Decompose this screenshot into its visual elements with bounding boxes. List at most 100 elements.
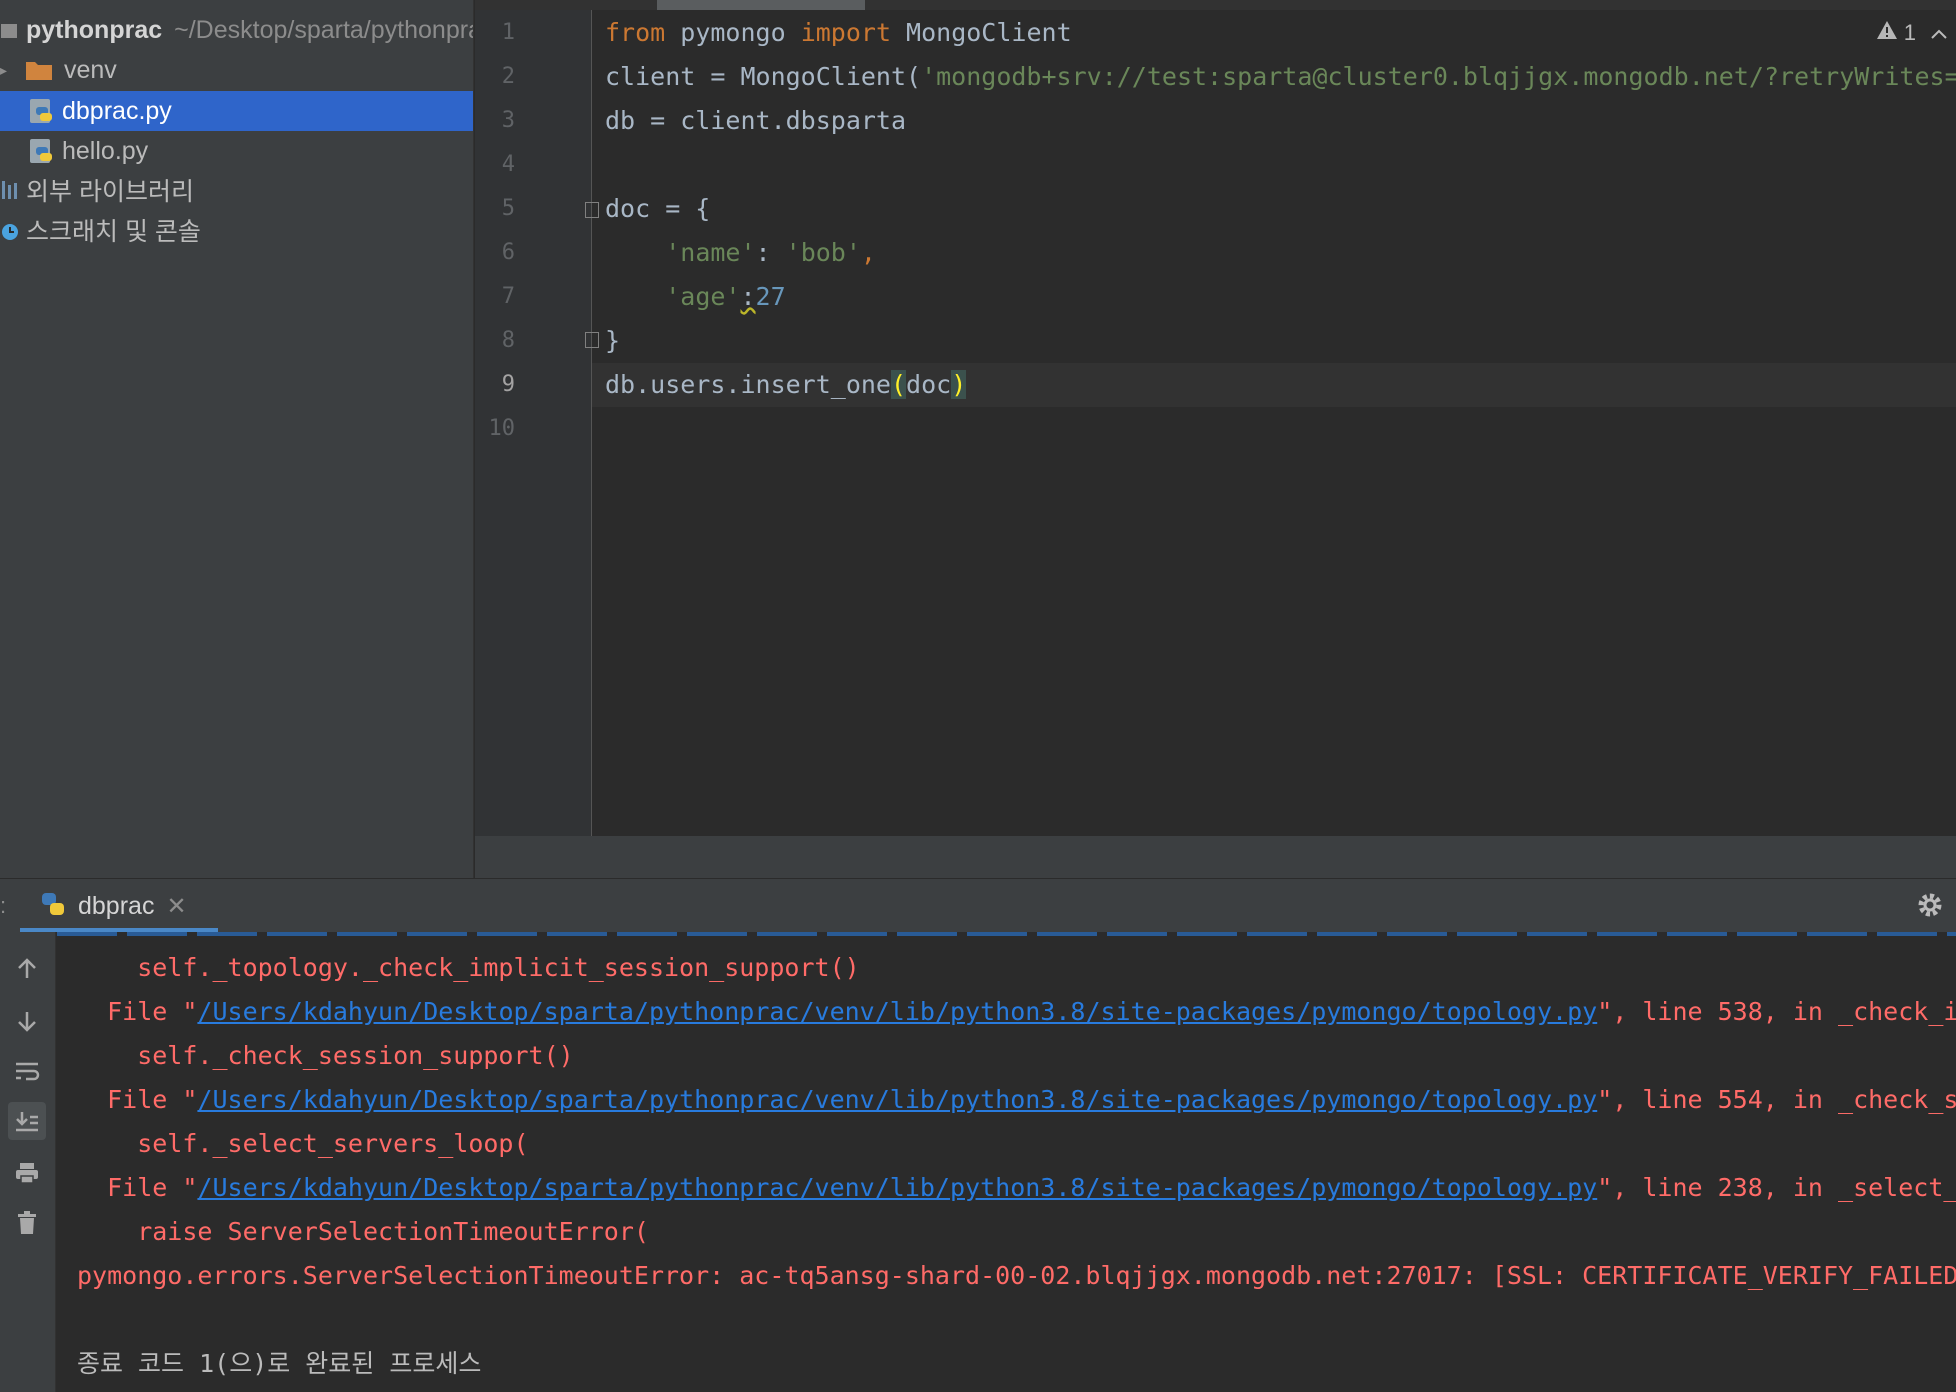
line-number-gutter[interactable]: 1 2 3 4 5 6 7 8 9 10 xyxy=(475,0,599,836)
module-name: pymongo xyxy=(665,18,801,47)
tree-item-label: 외부 라이브러리 xyxy=(26,178,194,206)
code-text: doc = { xyxy=(605,194,711,223)
inspection-widget[interactable]: 1 xyxy=(1876,20,1948,46)
line-number: 1 xyxy=(501,20,515,45)
project-sidebar: pythonprac ~/Desktop/sparta/pythonprac ▸… xyxy=(0,0,474,878)
console-line: File "/Users/kdahyun/Desktop/sparta/pyth… xyxy=(77,1078,1956,1122)
line-number: 10 xyxy=(488,416,516,441)
code-line-8[interactable]: } xyxy=(605,319,620,363)
connection-string: 'mongodb+srv://test:sparta@cluster0.blqj… xyxy=(921,62,1956,91)
gear-icon[interactable] xyxy=(1916,891,1944,924)
editor-bottom-bar xyxy=(475,836,1956,878)
console-line: self._select_servers_loop( xyxy=(77,1129,529,1158)
library-icon xyxy=(0,179,20,201)
process-exit-message: 종료 코드 1(으)로 완료된 프로세스 xyxy=(77,1349,482,1378)
code-line-7[interactable]: 'age':27 xyxy=(605,275,786,319)
line-number: 6 xyxy=(501,240,515,265)
tree-item-scratches[interactable]: 스크래치 및 콘솔 xyxy=(0,210,473,250)
code-line-6[interactable]: 'name': 'bob', xyxy=(605,231,876,275)
code-text: : xyxy=(755,238,786,267)
code-text: : xyxy=(740,282,756,311)
python-icon xyxy=(40,891,66,922)
console-line: File "/Users/kdahyun/Desktop/sparta/pyth… xyxy=(77,990,1956,1034)
dict-key: 'name' xyxy=(665,238,756,267)
folder-icon xyxy=(0,20,18,40)
console-text: File " xyxy=(77,997,198,1026)
console-text: ", line 554, in _check_session_support xyxy=(1597,1085,1956,1114)
code-text: client = MongoClient( xyxy=(605,62,922,91)
scratch-icon xyxy=(0,219,20,241)
tree-item-dbprac[interactable]: dbprac.py xyxy=(0,91,473,131)
console-text: File " xyxy=(77,1085,198,1114)
code-text: , xyxy=(860,238,876,267)
console-text: File " xyxy=(77,1173,198,1202)
tree-item-label: venv xyxy=(64,55,117,84)
file-link[interactable]: /Users/kdahyun/Desktop/sparta/pythonprac… xyxy=(197,997,1597,1026)
project-name: pythonprac xyxy=(26,15,163,44)
keyword-import: import xyxy=(800,18,891,47)
close-icon[interactable]: ✕ xyxy=(166,892,186,921)
code-line-9[interactable]: db.users.insert_one(doc) xyxy=(605,363,967,407)
file-link[interactable]: /Users/kdahyun/Desktop/sparta/pythonprac… xyxy=(197,1173,1597,1202)
editor-scroll-thumb[interactable] xyxy=(657,0,865,10)
scroll-to-end-icon[interactable] xyxy=(8,1102,46,1140)
line-number: 3 xyxy=(501,108,515,133)
code-line-2[interactable]: client = MongoClient('mongodb+srv://test… xyxy=(605,55,1956,99)
python-file-icon xyxy=(28,97,54,125)
clipped-previous-line xyxy=(57,932,1956,936)
project-path: ~/Desktop/sparta/pythonprac xyxy=(174,15,474,44)
keyword-from: from xyxy=(605,18,666,47)
tree-item-hello[interactable]: hello.py xyxy=(0,131,473,171)
code-line-1[interactable]: from pymongo import MongoClient xyxy=(605,11,1072,55)
line-number-current: 9 xyxy=(501,372,515,397)
code-line-5[interactable]: doc = { xyxy=(605,187,710,231)
console-line: raise ServerSelectionTimeoutError( xyxy=(77,1217,649,1246)
chevron-right-icon[interactable]: ▸ xyxy=(0,62,14,79)
console-text: ", line 238, in _select_servers_loop xyxy=(1597,1173,1956,1202)
code-text: } xyxy=(605,326,621,355)
tree-item-label: hello.py xyxy=(62,136,149,165)
tree-item-venv[interactable]: ▸ venv xyxy=(0,50,473,90)
run-tool-window-header: : dbprac ✕ xyxy=(0,878,1956,932)
line-number: 4 xyxy=(501,152,515,177)
code-text: doc xyxy=(906,370,952,399)
tab-dbprac[interactable]: dbprac ✕ xyxy=(20,879,197,933)
arrow-down-icon[interactable] xyxy=(8,1002,46,1040)
arrow-up-icon[interactable] xyxy=(8,950,46,988)
error-message: pymongo.errors.ServerSelectionTimeoutErr… xyxy=(77,1261,1956,1290)
matched-paren: ) xyxy=(951,370,967,399)
fold-marker-icon[interactable] xyxy=(585,202,599,218)
warning-icon xyxy=(1876,20,1898,46)
code-text: db = client.dbsparta xyxy=(605,106,907,135)
console-line: self._check_session_support() xyxy=(77,1041,574,1070)
tree-item-label: 스크래치 및 콘솔 xyxy=(26,218,201,246)
line-number: 5 xyxy=(501,196,515,221)
chevron-up-icon[interactable] xyxy=(1930,20,1948,46)
run-console-output[interactable]: self._topology._check_implicit_session_s… xyxy=(57,932,1956,1392)
tree-item-label: dbprac.py xyxy=(62,96,172,125)
trash-icon[interactable] xyxy=(8,1204,46,1242)
fold-marker-icon[interactable] xyxy=(585,332,599,348)
console-line: File "/Users/kdahyun/Desktop/sparta/pyth… xyxy=(77,1166,1956,1210)
matched-paren: ( xyxy=(890,370,907,399)
tree-item-external-libraries[interactable]: 외부 라이브러리 xyxy=(0,170,473,210)
code-line-3[interactable]: db = client.dbsparta xyxy=(605,99,906,143)
python-file-icon xyxy=(28,137,54,165)
folder-icon xyxy=(24,59,54,81)
run-toolbar xyxy=(0,932,56,1392)
warning-count: 1 xyxy=(1903,20,1916,45)
soft-wrap-icon[interactable] xyxy=(8,1052,46,1090)
code-editor[interactable]: 1 2 3 4 5 6 7 8 9 10 from pymongo import… xyxy=(475,0,1956,836)
print-icon[interactable] xyxy=(8,1154,46,1192)
dict-value: 27 xyxy=(755,282,786,311)
dict-key: 'age' xyxy=(665,282,741,311)
run-label-colon-icon: : xyxy=(0,893,7,918)
console-text: ", line 538, in _check_implicit_session_… xyxy=(1597,997,1956,1026)
run-tab-label: dbprac xyxy=(78,891,155,920)
line-number: 7 xyxy=(501,284,515,309)
imported-name: MongoClient xyxy=(891,18,1072,47)
file-link[interactable]: /Users/kdahyun/Desktop/sparta/pythonprac… xyxy=(197,1085,1597,1114)
dict-value: 'bob' xyxy=(785,238,861,267)
console-line: self._topology._check_implicit_session_s… xyxy=(77,953,860,982)
project-root-row[interactable]: pythonprac ~/Desktop/sparta/pythonprac xyxy=(0,10,473,50)
